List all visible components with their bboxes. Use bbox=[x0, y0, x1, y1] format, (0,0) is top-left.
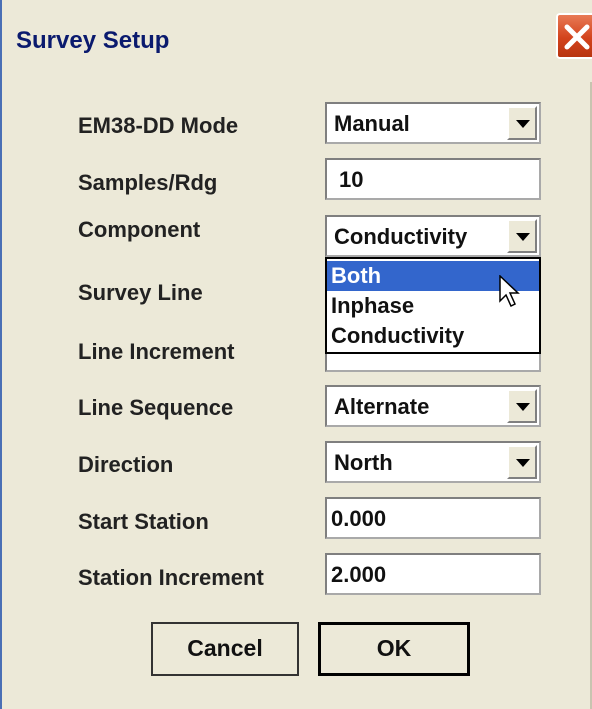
close-button[interactable] bbox=[556, 13, 592, 59]
window-title: Survey Setup bbox=[16, 27, 170, 54]
samples-rdg-value: 10 bbox=[339, 167, 364, 192]
line-sequence-value: Alternate bbox=[334, 394, 430, 419]
samples-rdg-label: Samples/Rdg bbox=[78, 170, 218, 195]
survey-line-label: Survey Line bbox=[78, 280, 203, 305]
samples-rdg-input[interactable]: 10 bbox=[325, 158, 541, 200]
component-select[interactable]: Conductivity bbox=[325, 215, 541, 257]
station-increment-label: Station Increment bbox=[78, 565, 264, 590]
station-increment-value: 2.000 bbox=[331, 562, 387, 587]
em38-mode-label: EM38-DD Mode bbox=[78, 113, 239, 138]
chevron-down-icon bbox=[516, 403, 530, 411]
direction-select[interactable]: North bbox=[325, 441, 541, 483]
direction-dropdown-button[interactable] bbox=[507, 445, 537, 479]
list-option-conductivity[interactable]: Conductivity bbox=[327, 321, 539, 351]
start-station-input[interactable]: 0.000 bbox=[325, 497, 541, 539]
station-increment-input[interactable]: 2.000 bbox=[325, 553, 541, 595]
component-value: Conductivity bbox=[334, 224, 468, 249]
em38-mode-dropdown-button[interactable] bbox=[507, 106, 537, 140]
line-sequence-select[interactable]: Alternate bbox=[325, 385, 541, 427]
em38-mode-value: Manual bbox=[334, 111, 410, 136]
mouse-pointer-icon bbox=[499, 275, 520, 308]
em38-mode-select[interactable]: Manual bbox=[325, 102, 541, 144]
close-icon bbox=[564, 24, 590, 50]
direction-value: North bbox=[334, 450, 393, 475]
title-bar: Survey Setup bbox=[2, 0, 592, 82]
cancel-button[interactable]: Cancel bbox=[151, 622, 299, 676]
chevron-down-icon bbox=[516, 459, 530, 467]
line-increment-label: Line Increment bbox=[78, 339, 235, 364]
chevron-down-icon bbox=[516, 233, 530, 241]
component-dropdown-button[interactable] bbox=[507, 219, 537, 253]
component-label: Component bbox=[78, 217, 201, 242]
direction-label: Direction bbox=[78, 452, 174, 477]
chevron-down-icon bbox=[516, 120, 530, 128]
line-sequence-dropdown-button[interactable] bbox=[507, 389, 537, 423]
line-sequence-label: Line Sequence bbox=[78, 395, 234, 420]
start-station-label: Start Station bbox=[78, 509, 209, 534]
start-station-value: 0.000 bbox=[331, 506, 387, 531]
survey-setup-dialog: Survey Setup EM38-DD Mode Manual Samples… bbox=[0, 0, 592, 709]
ok-button[interactable]: OK bbox=[318, 622, 470, 676]
